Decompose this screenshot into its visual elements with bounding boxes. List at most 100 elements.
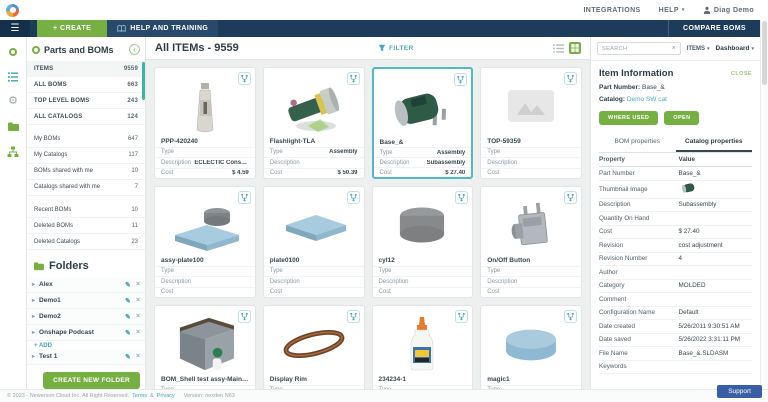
item-card-top-59359[interactable]: TOP-59359 Type Description Cost <box>480 67 582 179</box>
sidebar-item-items[interactable]: ITEMS 9559 <box>27 61 145 77</box>
open-button[interactable]: OPEN <box>664 111 700 125</box>
item-card-on-off-button[interactable]: On/Off Button Type Description Cost <box>480 186 582 298</box>
integrations-link[interactable]: INTEGRATIONS <box>583 7 640 14</box>
catalog-link[interactable]: Demo SW cat <box>627 96 667 103</box>
part-thumbnail-flashlight <box>264 78 364 134</box>
item-card-cyl12[interactable]: cyl12 Type Description Cost <box>371 186 474 298</box>
page-scrollbar[interactable] <box>760 20 768 389</box>
sidebar-item-deleted-boms[interactable]: Deleted BOMs 11 <box>27 218 145 234</box>
sidebar-scrollbar-thumb[interactable] <box>142 62 145 100</box>
sidebar-item-all-catalogs[interactable]: ALL CATALOGS 124 <box>27 109 145 125</box>
branch-icon[interactable] <box>454 73 468 86</box>
delete-x-icon[interactable]: × <box>136 281 140 288</box>
create-new-folder-button[interactable]: CREATE NEW FOLDER <box>43 372 140 389</box>
caret-right-icon[interactable]: ▸ <box>32 281 35 288</box>
user-menu[interactable]: Diag Demo <box>703 6 754 14</box>
sidebar-item-my-catalogs[interactable]: My Catalogs 117 <box>27 148 145 164</box>
folders-rail-icon[interactable] <box>7 120 20 133</box>
where-used-button[interactable]: WHERE USED <box>599 111 659 125</box>
delete-x-icon[interactable]: × <box>136 297 140 304</box>
app-screen: INTEGRATIONS HELP ▾ Diag Demo ☰ + CREATE… <box>0 0 768 402</box>
branch-icon[interactable] <box>564 72 577 85</box>
branch-icon[interactable] <box>455 310 469 323</box>
item-card-assy-plate100[interactable]: assy-plate100 Type Description Cost <box>154 186 256 298</box>
edit-pencil-icon[interactable]: ✎ <box>125 313 131 321</box>
item-card-ppp-420240[interactable]: PPP-420240 Type Description ECLECTIC Cons… <box>154 67 256 179</box>
help-and-training-button[interactable]: HELP AND TRAINING <box>107 20 219 37</box>
branch-icon[interactable] <box>564 191 577 204</box>
tab-catalog-properties[interactable]: Catalog properties <box>675 134 752 152</box>
sidebar-item-recent-boms[interactable]: Recent BOMs 10 <box>27 202 145 218</box>
search-input[interactable] <box>602 45 672 52</box>
caret-right-icon[interactable]: ▸ <box>32 353 35 360</box>
terms-link[interactable]: Terms <box>132 393 147 399</box>
branch-icon[interactable] <box>237 191 251 204</box>
support-button[interactable]: Support <box>717 385 762 398</box>
sidebar-item-my-boms[interactable]: My BOMs 647 <box>27 132 145 148</box>
search-box[interactable]: × <box>597 42 681 55</box>
branch-icon[interactable] <box>455 191 469 204</box>
filter-button[interactable]: FILTER <box>378 44 414 52</box>
caret-right-icon[interactable]: ▸ <box>32 329 35 336</box>
items-dropdown[interactable]: ITEMS ▾ <box>687 46 710 52</box>
folder-item-demo1[interactable]: ▸ Demo1 ✎ × <box>27 293 145 309</box>
edit-pencil-icon[interactable]: ✎ <box>125 281 131 289</box>
caret-right-icon[interactable]: ▸ <box>32 313 35 320</box>
folder-item-alex[interactable]: ▸ Alex ✎ × <box>27 277 145 293</box>
item-card-magic1[interactable]: magic1 Type Description Cost <box>480 305 582 389</box>
branch-icon[interactable] <box>346 191 360 204</box>
settings-gear-icon[interactable]: ⚙ <box>7 95 20 108</box>
parts-and-boms-rail-icon[interactable] <box>7 45 20 58</box>
caret-right-icon[interactable]: ▸ <box>32 297 35 304</box>
sidebar-item-deleted-catalogs[interactable]: Deleted Catalogs 23 <box>27 234 145 250</box>
privacy-link[interactable]: Privacy <box>157 393 175 399</box>
sidebar-item-boms-shared[interactable]: BOMs shared with me 10 <box>27 164 145 180</box>
grid-view-icon[interactable] <box>569 42 581 54</box>
branch-icon[interactable] <box>346 72 360 85</box>
edit-pencil-icon[interactable]: ✎ <box>125 353 131 361</box>
tab-bom-properties[interactable]: BOM properties <box>599 134 676 152</box>
list-view-icon[interactable] <box>553 43 564 54</box>
folder-item-onshape-podcast[interactable]: ▸ Onshape Podcast ✎ × <box>27 325 145 341</box>
panel-controls: × ITEMS ▾ Dashboard ▾ <box>591 37 760 61</box>
help-menu[interactable]: HELP ▾ <box>659 7 685 14</box>
edit-pencil-icon[interactable]: ✎ <box>125 297 131 305</box>
delete-x-icon[interactable]: × <box>136 313 140 320</box>
sidebar-item-top-level-boms[interactable]: TOP LEVEL BOMS 243 <box>27 93 145 109</box>
branch-icon[interactable] <box>237 310 251 323</box>
item-card-base-selected[interactable]: Base_& Type Assembly Description Subassemb… <box>371 67 474 179</box>
delete-x-icon[interactable]: × <box>136 329 140 336</box>
sidebar: Parts and BOMs ‹ ITEMS 9559 ALL BOMS 663 T… <box>27 37 146 389</box>
part-number-label: Part Number: <box>599 84 641 91</box>
clear-search-icon[interactable]: × <box>672 45 676 52</box>
main-content: All ITEMs - 9559 FILTER PPP-420240 Type … <box>146 37 590 389</box>
app-logo[interactable] <box>6 3 19 17</box>
compare-boms-button[interactable]: COMPARE BOMS <box>667 20 760 37</box>
hamburger-menu-icon[interactable]: ☰ <box>0 20 30 37</box>
create-button[interactable]: + CREATE <box>37 20 108 37</box>
sidebar-nav-group-1: ITEMS 9559 ALL BOMS 663 TOP LEVEL BOMS 243 … <box>27 61 145 125</box>
close-panel-button[interactable]: CLOSE <box>731 71 752 77</box>
collapse-sidebar-button[interactable]: ‹ <box>129 44 140 55</box>
item-card-flashlight-tla[interactable]: Flashlight-TLA Type Assembly Description … <box>262 67 365 179</box>
bom-list-rail-icon[interactable] <box>7 70 20 83</box>
folder-item-demo2[interactable]: ▸ Demo2 ✎ × <box>27 309 145 325</box>
add-folder-link[interactable]: + ADD <box>27 341 145 349</box>
hierarchy-share-icon[interactable] <box>7 145 20 158</box>
branch-icon[interactable] <box>237 72 251 85</box>
item-card-display-rim[interactable]: Display Rim Type Description Cost <box>262 305 365 389</box>
dashboard-dropdown[interactable]: Dashboard ▾ <box>716 45 754 52</box>
edit-pencil-icon[interactable]: ✎ <box>125 329 131 337</box>
item-card-234234-1[interactable]: 234234-1 Type Description Cost <box>371 305 474 389</box>
table-row: Comment <box>599 293 752 307</box>
user-icon <box>703 6 711 14</box>
folder-item-test-1[interactable]: ▸ Test 1 ✎ × <box>27 349 145 365</box>
item-card-plate0100[interactable]: plate0100 Type Description Cost <box>262 186 365 298</box>
scrollbar-thumb[interactable] <box>762 21 767 85</box>
branch-icon[interactable] <box>564 310 577 323</box>
item-card-bom-shell[interactable]: BOM_Shell test assy-Main-Shell A... Type… <box>154 305 256 389</box>
sidebar-item-catalogs-shared[interactable]: Catalogs shared with me 7 <box>27 180 145 196</box>
delete-x-icon[interactable]: × <box>136 353 140 360</box>
branch-icon[interactable] <box>346 310 360 323</box>
sidebar-item-all-boms[interactable]: ALL BOMS 663 <box>27 77 145 93</box>
